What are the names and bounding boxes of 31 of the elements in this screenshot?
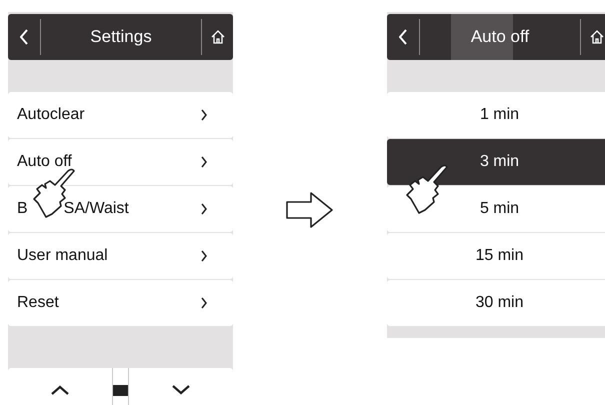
menu-item[interactable]: User manual <box>8 233 233 279</box>
menu-item[interactable]: Auto off <box>8 139 233 185</box>
item-label: Autoclear <box>17 106 85 124</box>
menu-item[interactable]: Autoclear <box>8 92 233 138</box>
home-icon <box>210 30 224 44</box>
option-item[interactable]: 1 min <box>387 92 605 138</box>
menu-item[interactable]: Reset <box>8 280 233 326</box>
caret-down-icon <box>171 385 191 395</box>
screen-title: Auto off <box>450 14 530 60</box>
item-label: Auto off <box>17 153 72 171</box>
option-item[interactable]: 3 min <box>387 139 605 185</box>
item-label: User manual <box>17 247 108 265</box>
back-icon <box>399 29 407 45</box>
page-indicator <box>113 384 128 396</box>
option-item[interactable]: 15 min <box>387 233 605 279</box>
item-label: B <box>17 200 28 218</box>
item-label: SA/Waist <box>64 200 129 218</box>
chevron-right-icon <box>201 250 207 262</box>
screen-title: Settings <box>90 26 152 48</box>
arrow-right-icon <box>285 190 335 230</box>
option-item[interactable]: 30 min <box>387 280 605 326</box>
caret-up-icon <box>50 385 70 395</box>
back-icon <box>20 29 28 45</box>
home-icon <box>590 30 604 44</box>
chevron-right-icon <box>201 203 207 215</box>
menu-item[interactable]: B SA/Waist <box>8 186 233 232</box>
home-button[interactable] <box>580 19 605 55</box>
chevron-right-icon <box>201 109 207 121</box>
item-label: Reset <box>17 294 59 312</box>
chevron-right-icon <box>201 156 207 168</box>
chevron-right-icon <box>201 297 207 309</box>
